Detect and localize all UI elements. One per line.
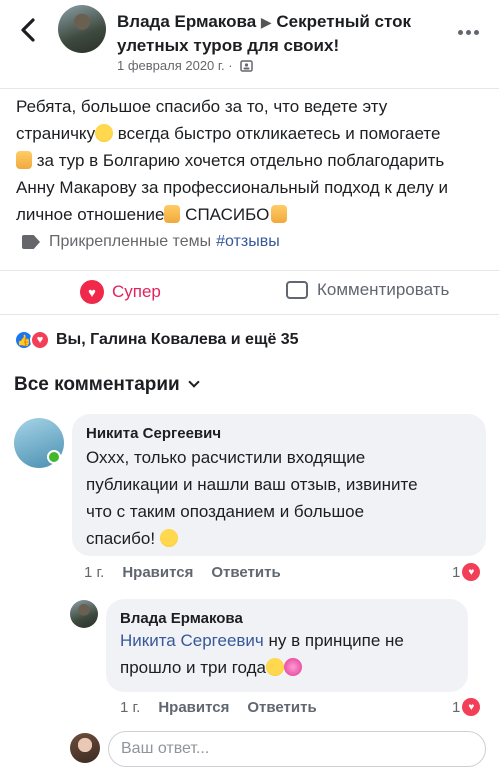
comments-header: Все комментарии: [14, 374, 180, 395]
tears-of-joy-icon: [266, 658, 285, 676]
like-button[interactable]: Нравится: [122, 564, 193, 581]
mention-link[interactable]: Никита Сергеевич: [120, 631, 264, 650]
comment-meta: 1 г. Нравится Ответить: [84, 564, 299, 581]
author-name[interactable]: Влада Ермакова: [117, 12, 256, 31]
arrow-icon: ▶: [260, 14, 272, 30]
divider: [0, 270, 499, 271]
post-header: Влада Ермакова ▶ Секретный сток улетных …: [0, 0, 499, 88]
reaction-count: 1: [452, 563, 461, 581]
comment-line: публикации и нашли ваш отзыв, извините: [86, 475, 418, 494]
love-reaction-icon: ♥: [30, 330, 50, 350]
comment-author[interactable]: Никита Сергеевич: [86, 425, 221, 442]
reaction-button[interactable]: ♥ Супер: [80, 280, 161, 304]
date-text: 1 февраля 2020 г. ·: [117, 58, 233, 73]
comments-filter[interactable]: Все комментарии: [14, 374, 200, 396]
reply-time: 1 г.: [120, 699, 141, 716]
online-status-icon: [47, 450, 61, 464]
author-avatar[interactable]: [58, 5, 106, 53]
heart-icon: ♥: [80, 280, 104, 304]
topics-label: Прикрепленные темы: [49, 233, 212, 250]
topics-row: Прикрепленные темы #отзывы: [22, 233, 280, 251]
reply-button[interactable]: Ответить: [247, 699, 316, 716]
post-line: Ребята, большое спасибо за то, что ведет…: [16, 97, 388, 116]
reply-line: прошло и три года: [120, 658, 267, 677]
post-line: всегда быстро откликаетесь и помогаете: [113, 124, 441, 143]
reply-author-avatar[interactable]: [70, 600, 98, 628]
comment-icon: [286, 281, 308, 299]
current-user-avatar: [70, 733, 100, 763]
comment-line: спасибо!: [86, 529, 160, 548]
comment-line: Оххх, только расчистили входящие: [86, 448, 366, 467]
tag-icon: [22, 235, 40, 249]
post-line: страничку: [16, 124, 96, 143]
thumbs-up-icon: [164, 205, 181, 223]
post-line: за тур в Болгарию хочется отдельно побла…: [32, 151, 445, 170]
sparkling-heart-icon: [284, 658, 303, 676]
comment-text: Оххх, только расчистили входящие публика…: [86, 444, 476, 552]
love-reaction-icon: ♥: [462, 563, 481, 581]
smiling-face-icon: [95, 124, 114, 142]
post-title: Влада Ермакова ▶ Секретный сток улетных …: [117, 10, 447, 57]
post-line: СПАСИБО: [180, 205, 270, 224]
post-body: Ребята, большое спасибо за то, что ведет…: [16, 93, 486, 228]
victory-hand-icon: [271, 205, 288, 223]
reply-reactions[interactable]: 1 ♥: [452, 698, 481, 716]
comment-label: Комментировать: [317, 280, 450, 299]
reaction-count: 1: [452, 698, 461, 716]
love-reaction-icon: ♥: [462, 698, 481, 716]
ok-hand-icon: [16, 151, 32, 169]
comment-button[interactable]: Комментировать: [286, 280, 449, 300]
post-date: 1 февраля 2020 г. ·: [117, 58, 253, 73]
audience-icon: [240, 60, 253, 72]
reaction-label: Супер: [112, 282, 161, 301]
reply-meta: 1 г. Нравится Ответить: [120, 699, 335, 716]
reply-button[interactable]: Ответить: [211, 564, 280, 581]
post-line: личное отношение: [16, 205, 165, 224]
reply-text: Никита Сергеевич ну в принципе не прошло…: [120, 627, 460, 681]
hashtag-link[interactable]: #отзывы: [216, 233, 280, 251]
divider: [0, 314, 499, 315]
back-arrow-icon[interactable]: [18, 16, 40, 44]
reply-line: ну в принципе не: [263, 631, 404, 650]
reply-input[interactable]: Ваш ответ...: [108, 731, 486, 767]
reactions-text: Вы, Галина Ковалева и ещё 35: [56, 331, 299, 348]
smiling-face-icon: [159, 529, 178, 547]
like-button[interactable]: Нравится: [158, 699, 229, 716]
reply-author[interactable]: Влада Ермакова: [120, 610, 243, 627]
divider: [0, 88, 499, 89]
chevron-down-icon: [188, 376, 200, 388]
comment-line: что с таким опозданием и большое: [86, 502, 365, 521]
comment-time: 1 г.: [84, 564, 105, 581]
more-options-icon[interactable]: [458, 22, 484, 35]
reply-placeholder: Ваш ответ...: [121, 740, 210, 757]
comment-reactions[interactable]: 1 ♥: [452, 563, 481, 581]
reactions-summary[interactable]: 👍 ♥ Вы, Галина Ковалева и ещё 35: [14, 330, 299, 350]
action-bar: ♥ Супер Комментировать: [0, 272, 499, 312]
post-line: Анну Макарову за профессиональный подход…: [16, 178, 448, 197]
